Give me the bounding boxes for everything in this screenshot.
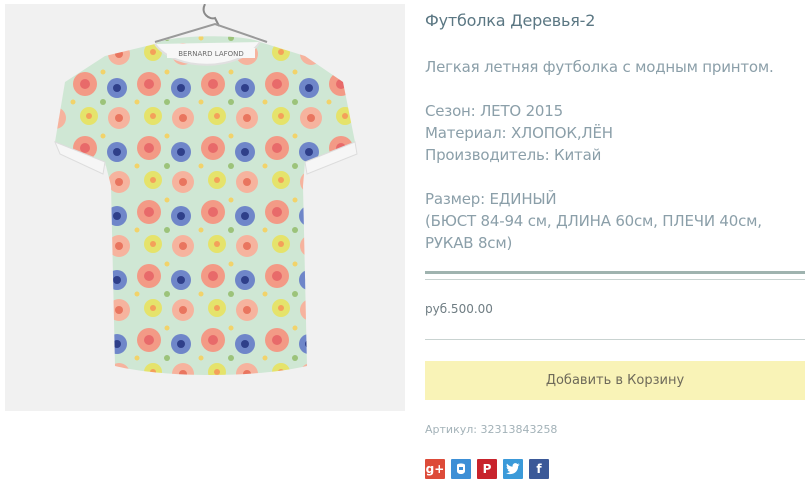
- product-title: Футболка Деревья-2: [425, 11, 596, 30]
- twitter-icon[interactable]: [503, 459, 523, 479]
- size-text: Размер: ЕДИНЫЙ: [425, 190, 557, 208]
- product-description: Легкая летняя футболка с модным принтом.…: [425, 56, 805, 254]
- size-details-line-2: РУКАВ 8см): [425, 234, 513, 252]
- product-image[interactable]: BERNARD LAFOND: [5, 4, 405, 411]
- pinterest-icon[interactable]: P: [477, 459, 497, 479]
- social-share-bar: g+ P f: [425, 459, 549, 479]
- material-text: Материал: ХЛОПОК,ЛЁН: [425, 124, 613, 142]
- facebook-icon[interactable]: f: [529, 459, 549, 479]
- description-text: Легкая летняя футболка с модным принтом.: [425, 58, 774, 76]
- odnoklassniki-icon[interactable]: [451, 459, 471, 479]
- divider: [425, 279, 805, 280]
- product-price: руб.500.00: [425, 302, 493, 316]
- add-to-cart-button[interactable]: Добавить в Корзину: [425, 361, 805, 400]
- brand-label-text: BERNARD LAFOND: [178, 50, 244, 58]
- season-text: Сезон: ЛЕТО 2015: [425, 102, 563, 120]
- divider: [425, 339, 805, 340]
- divider-thick: [425, 271, 805, 274]
- size-details-line-1: (БЮСТ 84-94 см, ДЛИНА 60см, ПЛЕЧИ 40см,: [425, 212, 762, 230]
- product-sku: Артикул: 32313843258: [425, 423, 558, 436]
- manufacturer-text: Производитель: Китай: [425, 146, 602, 164]
- google-plus-icon[interactable]: g+: [425, 459, 445, 479]
